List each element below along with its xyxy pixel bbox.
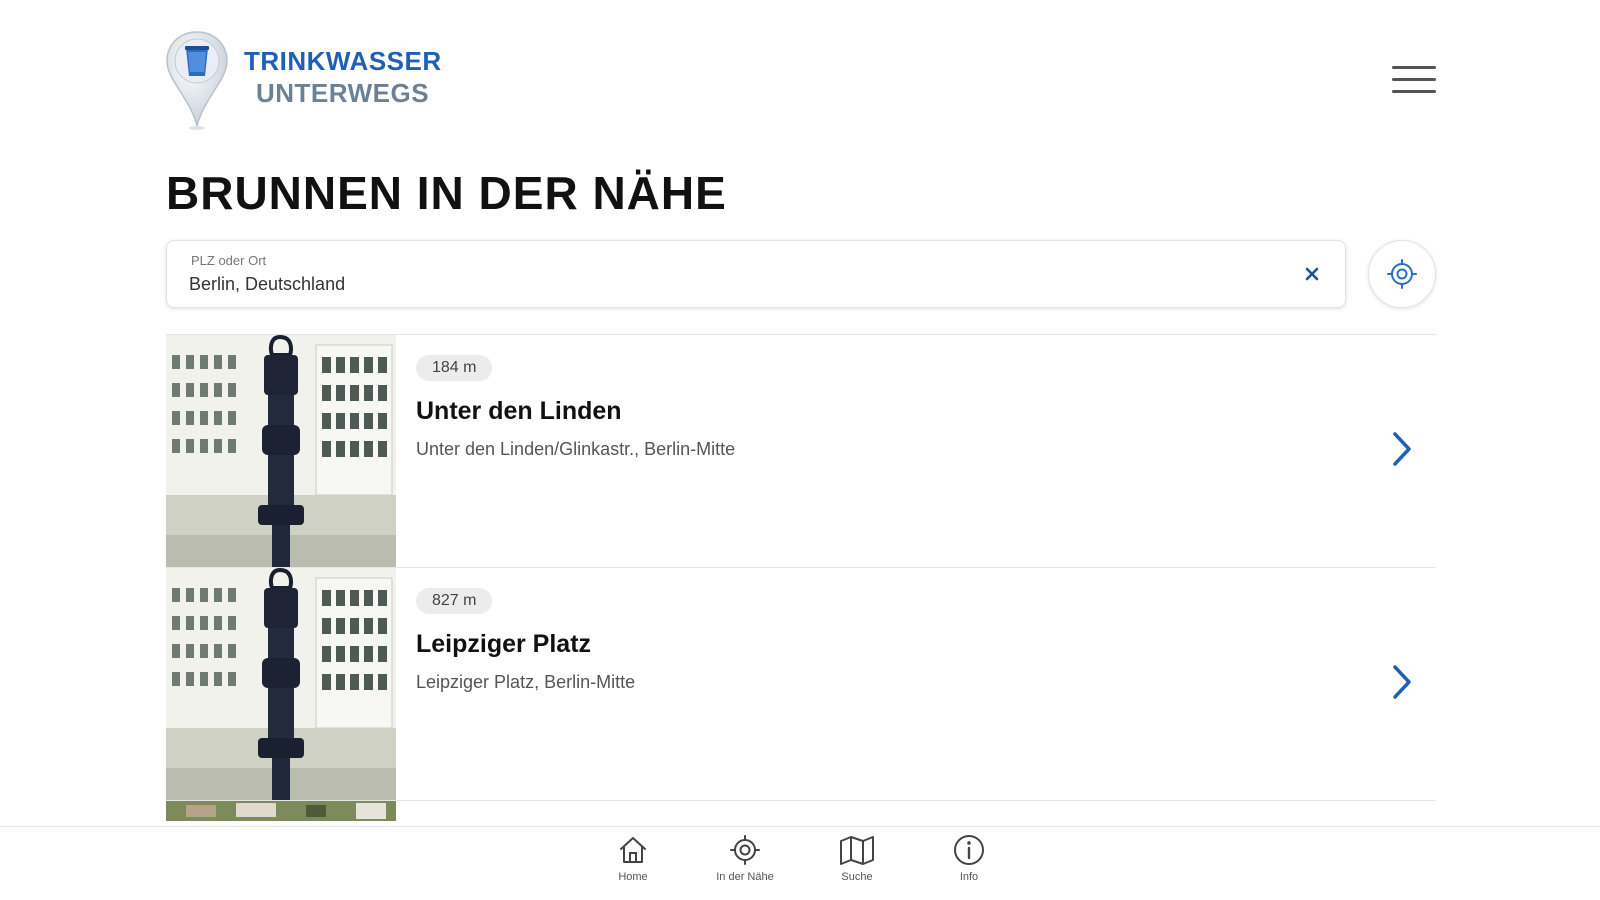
fountain-list-item-partial[interactable] [166, 801, 1436, 821]
fountain-address: Unter den Linden/Glinkastr., Berlin-Mitt… [416, 439, 736, 459]
fountain-list: 184 m Unter den Linden Unter den Linden/… [166, 334, 1436, 821]
nav-info[interactable]: Info [913, 833, 1025, 883]
home-icon [620, 837, 646, 863]
location-search-field[interactable]: PLZ oder Ort [166, 240, 1346, 308]
app-header: TRINKWASSER UNTERWEGS [0, 0, 1600, 150]
page-title: BRUNNEN IN DER NÄHE [166, 167, 727, 219]
fountain-photo [166, 568, 396, 800]
nav-label: Suche [841, 871, 873, 883]
fountain-name: Leipziger Platz [416, 630, 592, 658]
app-logo[interactable]: TRINKWASSER UNTERWEGS [164, 28, 442, 132]
crosshair-icon [730, 835, 760, 865]
water-cup-pin-icon [166, 31, 228, 130]
fountain-photo [166, 801, 396, 821]
hamburger-menu-icon[interactable] [1392, 66, 1436, 96]
nav-nearby[interactable]: In der Nähe [689, 833, 801, 883]
nav-home[interactable]: Home [577, 833, 689, 883]
bottom-navigation: Home In der Nähe Suche Info [0, 826, 1600, 900]
locate-me-button[interactable] [1368, 240, 1436, 308]
nav-label: Home [618, 871, 648, 883]
fountain-address: Leipziger Platz, Berlin-Mitte [416, 672, 636, 692]
nav-label: Info [959, 871, 979, 883]
search-label: PLZ oder Ort [191, 253, 267, 268]
distance-badge: 827 m [416, 588, 493, 614]
map-icon [840, 836, 874, 865]
close-icon[interactable] [1301, 263, 1323, 285]
nav-search[interactable]: Suche [801, 833, 913, 883]
fountain-photo [166, 335, 396, 567]
nav-label: In der Nähe [716, 871, 774, 883]
crosshair-location-icon [1387, 259, 1417, 289]
logo-line-1: TRINKWASSER [244, 46, 442, 76]
fountain-name: Unter den Linden [416, 397, 622, 425]
location-search-input[interactable] [189, 271, 1269, 297]
fountain-list-item[interactable]: 827 m Leipziger Platz Leipziger Platz, B… [166, 568, 1436, 801]
logo-line-2: UNTERWEGS [256, 78, 430, 108]
chevron-right-icon[interactable] [1388, 662, 1416, 702]
chevron-right-icon[interactable] [1388, 429, 1416, 469]
fountain-list-item[interactable]: 184 m Unter den Linden Unter den Linden/… [166, 335, 1436, 568]
distance-badge: 184 m [416, 355, 493, 381]
info-icon [954, 835, 984, 865]
